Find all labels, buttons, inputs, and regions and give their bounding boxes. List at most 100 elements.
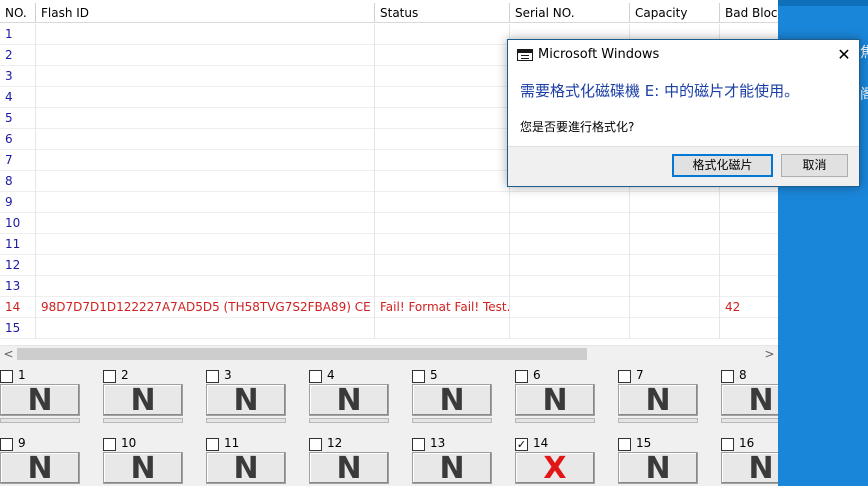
cancel-button[interactable]: 取消	[781, 154, 848, 177]
slot-number: 16	[739, 436, 755, 450]
column-header-capacity[interactable]: Capacity	[630, 3, 720, 23]
slot-status-button[interactable]: N	[412, 452, 492, 484]
slot-number: 8	[739, 368, 747, 382]
table-row[interactable]: 12	[0, 255, 778, 276]
slot-status-button[interactable]: N	[103, 384, 183, 416]
slot-progress-bar	[515, 418, 595, 423]
slot-status-button[interactable]: N	[618, 452, 698, 484]
slot-status-button[interactable]: N	[618, 384, 698, 416]
status-cell	[375, 276, 510, 297]
slot-11: 11 N	[206, 430, 306, 486]
slot-checkbox[interactable]	[412, 370, 425, 383]
row-number: 11	[0, 234, 36, 255]
slot-checkbox[interactable]	[309, 438, 322, 451]
slot-checkbox[interactable]	[309, 370, 322, 383]
slot-checkbox[interactable]	[721, 370, 734, 383]
row-number: 10	[0, 213, 36, 234]
slot-checkbox[interactable]	[618, 370, 631, 383]
slot-status-button[interactable]: N	[515, 384, 595, 416]
row-number: 5	[0, 108, 36, 129]
slot-checkbox[interactable]	[515, 370, 528, 383]
slot-number: 5	[430, 368, 438, 382]
slot-checkbox[interactable]	[618, 438, 631, 451]
column-header-bad-block[interactable]: Bad Block	[720, 3, 778, 23]
flash-id-cell	[36, 192, 375, 213]
slot-status-button[interactable]: N	[412, 384, 492, 416]
slot-number: 14	[533, 436, 549, 450]
slot-10: 10 N	[103, 430, 203, 486]
slot-number: 15	[636, 436, 652, 450]
bad-block-cell	[720, 234, 778, 255]
slot-checkbox[interactable]	[206, 438, 219, 451]
slot-checkbox[interactable]	[206, 370, 219, 383]
dialog-title: Microsoft Windows	[538, 47, 660, 62]
table-row[interactable]: 11	[0, 234, 778, 255]
slot-9: 9N	[0, 430, 100, 486]
status-cell	[375, 171, 510, 192]
row-number: 15	[0, 318, 36, 339]
scroll-left-icon[interactable]: <	[0, 346, 17, 362]
slot-status-button[interactable]: N	[103, 452, 183, 484]
slot-7: 7N	[618, 362, 718, 423]
status-cell	[375, 150, 510, 171]
table-row[interactable]: 14 98D7D7D1D122227A7AD5D5 (TH58TVG7S2FBA8…	[0, 297, 778, 318]
dialog-title-bar[interactable]: Microsoft Windows ✕	[508, 40, 859, 70]
flash-id-cell	[36, 87, 375, 108]
slot-status-button[interactable]: N	[206, 452, 286, 484]
bad-block-cell	[720, 318, 778, 339]
slot-checkbox[interactable]	[721, 438, 734, 451]
scroll-right-icon[interactable]: >	[761, 346, 778, 362]
dialog-button-bar: 格式化磁片 取消	[508, 146, 859, 186]
scrollbar-thumb[interactable]	[17, 348, 587, 360]
serial-cell	[510, 234, 630, 255]
slot-checkbox[interactable]	[412, 438, 425, 451]
capacity-cell	[630, 234, 720, 255]
flash-id-cell: 98D7D7D1D122227A7AD5D5 (TH58TVG7S2FBA89)…	[36, 297, 375, 318]
status-cell	[375, 129, 510, 150]
slot-status-button[interactable]: N	[309, 384, 389, 416]
slot-status-button[interactable]: N	[206, 384, 286, 416]
slot-status-button[interactable]: N	[0, 452, 80, 484]
flash-id-cell	[36, 66, 375, 87]
slot-checkbox[interactable]	[103, 438, 116, 451]
table-row[interactable]: 10	[0, 213, 778, 234]
status-cell	[375, 66, 510, 87]
slot-progress-bar	[618, 418, 698, 423]
slot-progress-bar	[0, 418, 80, 423]
format-disk-button[interactable]: 格式化磁片	[672, 154, 773, 177]
slot-5: 5N	[412, 362, 512, 423]
column-header-flash-id[interactable]: Flash ID	[36, 3, 375, 23]
slot-3: 3N	[206, 362, 306, 423]
slot-status-button[interactable]: N	[309, 452, 389, 484]
slot-status-button[interactable]: N	[0, 384, 80, 416]
row-number: 1	[0, 24, 36, 45]
slot-checkbox[interactable]	[0, 370, 13, 383]
row-number: 13	[0, 276, 36, 297]
slot-status-button[interactable]: X	[515, 452, 595, 484]
flash-id-cell	[36, 45, 375, 66]
row-number: 14	[0, 297, 36, 318]
column-header-serial-no[interactable]: Serial NO.	[510, 3, 630, 23]
slot-1: 1N	[0, 362, 100, 423]
slot-number: 4	[327, 368, 335, 382]
slot-progress-bar	[206, 418, 286, 423]
serial-cell	[510, 192, 630, 213]
slot-checkbox[interactable]: ✓	[515, 438, 528, 451]
horizontal-scrollbar[interactable]: < >	[0, 345, 778, 362]
slot-15: 15 N	[618, 430, 718, 486]
table-row[interactable]: 15	[0, 318, 778, 339]
column-header-status[interactable]: Status	[375, 3, 510, 23]
close-icon[interactable]: ✕	[833, 44, 855, 66]
slot-panel: 1 N 2 N 3 N 4 N 5 N 6 N 7 N 8 N 9 N 10 N 11 N 12 N 13 N ✓ 14 X 15 N 16 N	[0, 362, 801, 486]
background-glyph: 焦	[860, 45, 868, 61]
status-cell	[375, 234, 510, 255]
app-window: NO. Flash ID Status Serial NO. Capacity …	[0, 0, 868, 486]
slot-checkbox[interactable]	[103, 370, 116, 383]
row-number: 12	[0, 255, 36, 276]
table-row[interactable]: 9	[0, 192, 778, 213]
slot-number: 2	[121, 368, 129, 382]
slot-checkbox[interactable]	[0, 438, 13, 451]
column-header-no[interactable]: NO.	[0, 3, 36, 23]
table-row[interactable]: 13	[0, 276, 778, 297]
slot-14: ✓ 14 X	[515, 430, 615, 486]
